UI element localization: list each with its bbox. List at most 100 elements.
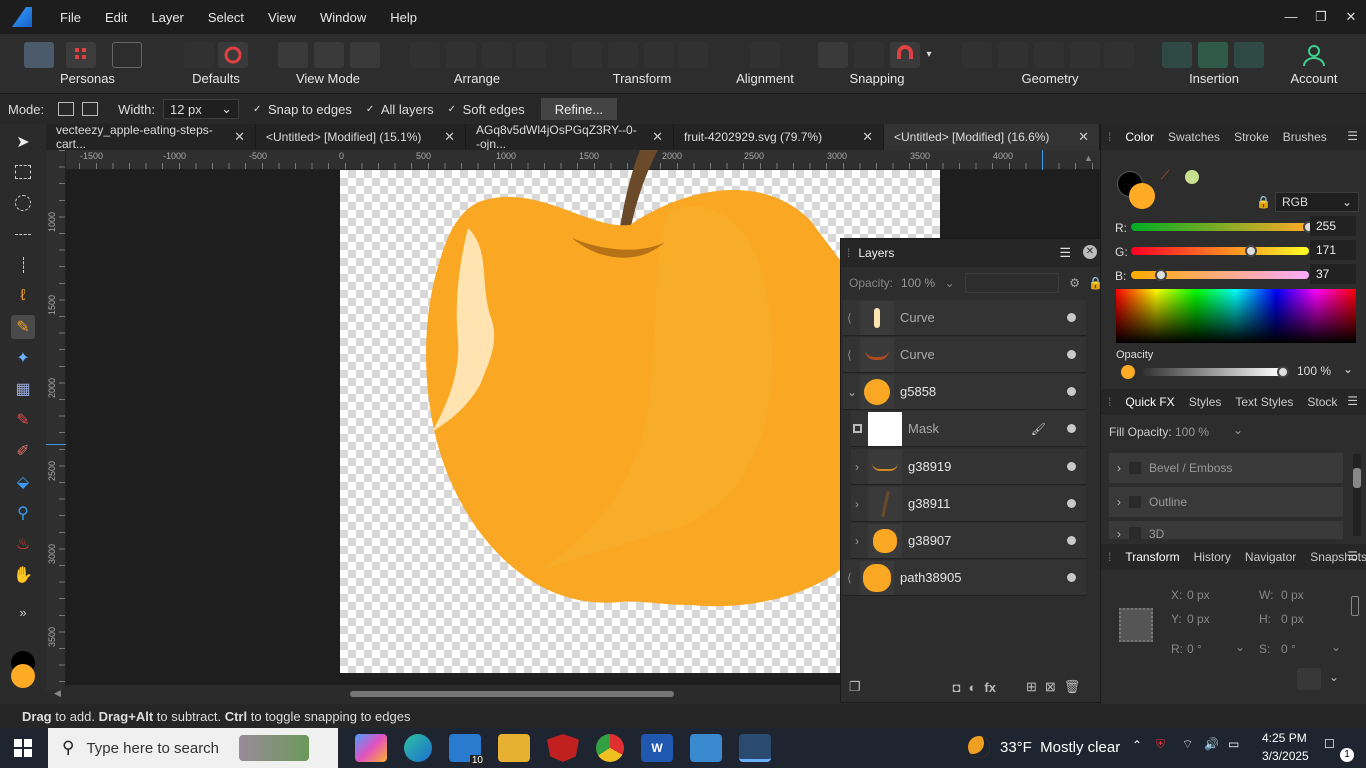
tab-text-styles[interactable]: Text Styles bbox=[1228, 395, 1300, 409]
visibility-dot-icon[interactable] bbox=[1067, 387, 1076, 396]
color-spectrum[interactable] bbox=[1116, 289, 1356, 343]
visibility-dot-icon[interactable] bbox=[1067, 350, 1076, 359]
geometry-add-icon[interactable] bbox=[962, 42, 992, 68]
shear-field[interactable]: 0 ° bbox=[1281, 642, 1296, 656]
geometry-intersect-icon[interactable] bbox=[1034, 42, 1064, 68]
mask-layer-icon[interactable]: ◘ bbox=[953, 680, 961, 695]
anchor-point-selector[interactable] bbox=[1119, 608, 1153, 642]
scroll-up-icon[interactable]: ▲ bbox=[1084, 153, 1093, 163]
tab-stock[interactable]: Stock bbox=[1300, 395, 1344, 409]
blend-mode-dropdown[interactable] bbox=[964, 273, 1060, 293]
chrome-browser-icon[interactable] bbox=[596, 734, 624, 762]
flood-select-tool-icon[interactable]: ✦ bbox=[11, 346, 35, 370]
volume-icon[interactable]: 🔊 bbox=[1204, 737, 1219, 751]
x-field[interactable]: 0 px bbox=[1187, 588, 1210, 602]
clock-date[interactable]: 3/3/2025 bbox=[1262, 749, 1309, 763]
red-value[interactable]: 255 bbox=[1310, 216, 1356, 236]
visibility-dot-icon[interactable] bbox=[1067, 313, 1076, 322]
fill-color-swatch[interactable] bbox=[11, 664, 35, 688]
panel-menu-icon[interactable]: ☰ bbox=[1059, 245, 1071, 261]
fx-bevel-emboss-row[interactable]: › Bevel / Emboss bbox=[1109, 453, 1343, 483]
geometry-subtract-icon[interactable] bbox=[998, 42, 1028, 68]
smudge-tool-icon[interactable]: ✋ bbox=[11, 563, 35, 587]
fx-scrollbar[interactable] bbox=[1353, 454, 1361, 536]
menu-view[interactable]: View bbox=[256, 10, 308, 25]
copilot-icon[interactable] bbox=[355, 734, 387, 762]
menu-select[interactable]: Select bbox=[196, 10, 256, 25]
snapping-grid-icon[interactable] bbox=[818, 42, 848, 68]
expand-chevron-icon[interactable]: › bbox=[855, 460, 859, 474]
fill-color-well[interactable] bbox=[1129, 183, 1155, 209]
column-marquee-tool-icon[interactable] bbox=[11, 253, 35, 277]
slider-knob[interactable] bbox=[1155, 269, 1167, 281]
color-picker-icon[interactable]: ⟋ bbox=[1161, 168, 1169, 183]
minimize-button[interactable]: — bbox=[1276, 0, 1306, 34]
tab-transform[interactable]: Transform bbox=[1118, 550, 1186, 564]
close-panel-icon[interactable]: ✕ bbox=[1083, 245, 1097, 259]
snapping-magnet-icon[interactable] bbox=[890, 42, 920, 68]
close-icon[interactable]: ✕ bbox=[1078, 129, 1089, 145]
visibility-dot-icon[interactable] bbox=[1067, 536, 1076, 545]
menu-edit[interactable]: Edit bbox=[93, 10, 139, 25]
row-marquee-tool-icon[interactable] bbox=[11, 222, 35, 246]
layer-row[interactable]: › g38907 bbox=[851, 523, 1086, 559]
view-mode-pixel-icon[interactable] bbox=[278, 42, 308, 68]
arrange-backward-icon[interactable] bbox=[446, 42, 476, 68]
layers-panel-title[interactable]: Layers bbox=[858, 246, 894, 260]
transform-origin-icon[interactable] bbox=[1297, 668, 1321, 690]
arrange-back-icon[interactable] bbox=[410, 42, 440, 68]
panel-grip-icon[interactable]: ⁞ bbox=[847, 246, 850, 260]
panel-grip-icon[interactable]: ⁞ bbox=[1101, 130, 1118, 144]
fx-icon[interactable]: fx bbox=[984, 680, 996, 695]
arrange-forward-icon[interactable] bbox=[482, 42, 512, 68]
close-icon[interactable]: ✕ bbox=[862, 129, 873, 145]
tab-document-4[interactable]: fruit-4202929.svg (79.7%) ✕ bbox=[674, 124, 884, 150]
expand-chevron-icon[interactable]: › bbox=[1117, 495, 1121, 509]
menu-window[interactable]: Window bbox=[308, 10, 378, 25]
selection-brush-tool-icon[interactable]: ✎ bbox=[11, 315, 35, 339]
close-window-button[interactable]: ✕ bbox=[1336, 0, 1366, 34]
blue-slider[interactable] bbox=[1131, 269, 1309, 281]
all-layers-checkbox[interactable]: ✓ All layers bbox=[366, 102, 434, 117]
edge-browser-icon[interactable] bbox=[404, 734, 432, 762]
green-slider[interactable] bbox=[1131, 245, 1309, 257]
snap-to-edges-checkbox[interactable]: ✓ Snap to edges bbox=[253, 102, 352, 117]
tray-shield-icon[interactable]: ⛨ bbox=[1156, 737, 1165, 752]
photos-icon[interactable] bbox=[690, 734, 722, 762]
view-mode-retina-icon[interactable] bbox=[314, 42, 344, 68]
slider-knob[interactable] bbox=[1277, 366, 1289, 378]
flip-horizontal-icon[interactable] bbox=[644, 42, 674, 68]
menu-help[interactable]: Help bbox=[378, 10, 429, 25]
sync-defaults-icon[interactable] bbox=[184, 42, 214, 68]
layer-pages-icon[interactable]: ❐ bbox=[849, 679, 861, 695]
defaults-gear-icon[interactable] bbox=[218, 42, 248, 68]
expand-chevron-icon[interactable]: › bbox=[1117, 461, 1121, 475]
chevron-down-icon[interactable]: ⌄ bbox=[945, 276, 955, 290]
w-field[interactable]: 0 px bbox=[1281, 588, 1304, 602]
expand-chevron-icon[interactable]: › bbox=[1117, 527, 1121, 539]
more-tools-icon[interactable]: » bbox=[11, 600, 35, 624]
ellipse-marquee-tool-icon[interactable] bbox=[11, 191, 35, 215]
panel-grip-icon[interactable]: ⁞ bbox=[1101, 550, 1118, 564]
opacity-value[interactable]: 100 % bbox=[1297, 364, 1331, 378]
apple-artwork[interactable] bbox=[340, 150, 840, 673]
tab-document-3[interactable]: AGq8v5dWl4jOsPGqZ3RY--0--ojn... ✕ bbox=[466, 123, 674, 151]
fx-checkbox[interactable] bbox=[1129, 462, 1141, 474]
fill-tool-icon[interactable]: ⬙ bbox=[11, 470, 35, 494]
word-icon[interactable]: W bbox=[641, 734, 673, 762]
delete-layer-icon[interactable]: 🗑 bbox=[1064, 679, 1081, 695]
chevron-down-icon[interactable]: ⌄ bbox=[1331, 640, 1341, 654]
alignment-icon[interactable] bbox=[750, 42, 780, 68]
clock-time[interactable]: 4:25 PM bbox=[1262, 731, 1307, 745]
tab-styles[interactable]: Styles bbox=[1182, 395, 1229, 409]
scroll-left-icon[interactable]: ◀ bbox=[54, 688, 61, 699]
burn-tool-icon[interactable]: ♨ bbox=[11, 532, 35, 556]
tab-color[interactable]: Color bbox=[1118, 130, 1161, 144]
panel-grip-icon[interactable]: ⁞ bbox=[1101, 395, 1118, 409]
soft-edges-checkbox[interactable]: ✓ Soft edges bbox=[448, 102, 525, 117]
panel-menu-icon[interactable]: ☰ bbox=[1340, 129, 1365, 143]
windows-start-icon[interactable] bbox=[14, 739, 32, 757]
notifications-icon[interactable]: ☐ bbox=[1324, 737, 1335, 751]
add-layer-icon[interactable]: ⊞ bbox=[1026, 679, 1037, 695]
adjustment-icon[interactable]: ◐ bbox=[969, 680, 977, 695]
